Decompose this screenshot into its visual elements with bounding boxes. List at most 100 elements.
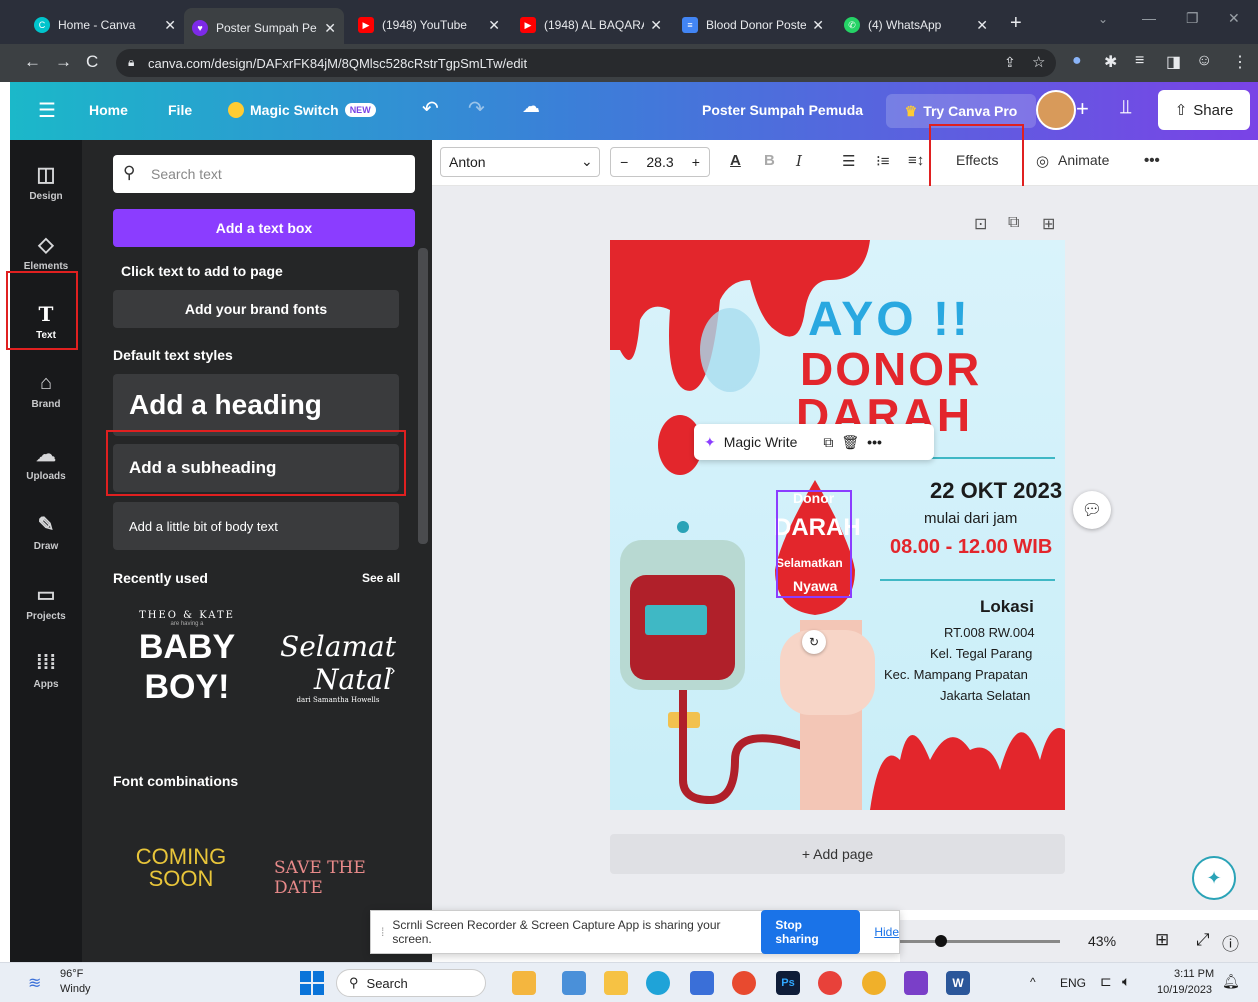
home-button[interactable]: Home xyxy=(89,102,128,118)
tab-whatsapp[interactable]: ✆ (4) WhatsApp ✕ xyxy=(836,10,996,40)
pdf-app-icon[interactable] xyxy=(904,971,928,995)
chrome-profile-icon[interactable] xyxy=(818,971,842,995)
poster-headline-ayo[interactable]: AYO !! xyxy=(808,292,971,347)
rail-item-projects[interactable]: ▭ Projects xyxy=(10,572,82,634)
duplicate-icon[interactable]: ⧉ xyxy=(823,434,833,451)
volume-icon[interactable]: 🔈︎ xyxy=(1122,973,1130,990)
windows-start-icon[interactable] xyxy=(300,971,324,995)
close-tab-icon[interactable]: ✕ xyxy=(324,20,336,37)
network-icon[interactable]: ⊏ xyxy=(1100,973,1112,990)
photoshop-app-icon[interactable]: Ps xyxy=(776,971,800,995)
add-brand-fonts-button[interactable]: Add your brand fonts xyxy=(113,290,399,328)
delete-icon[interactable]: 🗑︎ xyxy=(841,434,859,451)
forward-icon[interactable]: → xyxy=(55,52,72,72)
teams-app-icon[interactable] xyxy=(562,971,586,995)
magic-write-button[interactable]: Magic Write xyxy=(724,434,798,450)
duplicate-page-icon[interactable]: ⧉ xyxy=(1008,214,1019,232)
close-tab-icon[interactable]: ✕ xyxy=(488,17,500,34)
rail-item-brand[interactable]: ⌂ Brand xyxy=(10,362,82,424)
document-title[interactable]: Poster Sumpah Pemuda xyxy=(702,102,863,118)
notification-bell-icon[interactable]: 🔔︎ xyxy=(1222,973,1240,990)
browser-menu-icon[interactable]: ⋮ xyxy=(1232,52,1248,72)
close-tab-icon[interactable]: ✕ xyxy=(650,17,662,34)
zoom-slider-thumb[interactable] xyxy=(935,935,947,947)
magic-switch-button[interactable]: Magic Switch NEW xyxy=(228,102,376,118)
recent-template-selamat-natal[interactable]: Selamat Natal dari Samantha Howells xyxy=(278,630,398,740)
reading-list-icon[interactable]: ≡ xyxy=(1135,52,1144,70)
tab-home-canva[interactable]: C Home - Canva ✕ xyxy=(26,10,184,40)
font-size-value[interactable]: 28.3 xyxy=(646,154,673,170)
bookmark-star-icon[interactable]: ☆ xyxy=(1032,53,1045,71)
drag-handle-icon[interactable]: ⁞ xyxy=(381,925,384,939)
try-canva-pro-button[interactable]: ♛ Try Canva Pro xyxy=(886,94,1036,128)
chrome-browser-icon[interactable] xyxy=(732,971,756,995)
add-text-box-button[interactable]: Add a text box xyxy=(113,209,415,247)
add-collaborator-icon[interactable]: + xyxy=(1076,96,1089,122)
poster-address-line[interactable]: Kec. Mampang Prapatan xyxy=(884,667,1028,682)
zoom-slider-track[interactable] xyxy=(900,940,1060,943)
selection-frame[interactable] xyxy=(776,490,852,598)
animate-button[interactable]: Animate xyxy=(1058,152,1109,168)
chevron-up-icon[interactable]: ^ xyxy=(1030,975,1036,989)
grid-view-icon[interactable]: ⊞ xyxy=(1155,930,1169,950)
rotate-handle-icon[interactable]: ↻ xyxy=(802,630,826,654)
poster-address-line[interactable]: RT.008 RW.004 xyxy=(944,625,1035,640)
more-options-icon[interactable]: ••• xyxy=(867,434,882,450)
close-tab-icon[interactable]: ✕ xyxy=(812,17,824,34)
align-center-icon[interactable]: ☰ xyxy=(842,152,855,170)
tab-al-baqara[interactable]: ▶ (1948) AL BAQARA ✕ xyxy=(512,10,670,40)
poster-location-title[interactable]: Lokasi xyxy=(980,597,1034,617)
undo-icon[interactable]: ↶ xyxy=(422,96,439,121)
poster-address-line[interactable]: Kel. Tegal Parang xyxy=(930,646,1032,661)
taskbar-search-box[interactable]: ⚲ Search xyxy=(336,969,486,997)
recent-template-baby-boy[interactable]: THEO & KATE are having a BABY BOY! xyxy=(118,610,256,730)
combo-coming-soon[interactable]: COMING SOON xyxy=(126,846,236,890)
share-page-icon[interactable]: ⇪ xyxy=(1004,54,1016,71)
address-bar[interactable]: 🔒︎ canva.com/design/DAFxrFK84jM/8QMlsc52… xyxy=(116,49,1056,77)
tab-search-icon[interactable]: ⌄ xyxy=(1098,12,1108,26)
cloud-saved-icon[interactable]: ☁ xyxy=(522,96,540,117)
rail-scrollbar[interactable] xyxy=(82,140,98,962)
file-explorer-icon[interactable] xyxy=(604,971,628,995)
zoom-level[interactable]: 43% xyxy=(1088,933,1116,949)
wind-weather-icon[interactable]: ≋ xyxy=(28,973,41,993)
widgets-app-icon[interactable] xyxy=(512,971,536,995)
help-icon[interactable]: ⓘ xyxy=(1222,930,1239,955)
add-page-button[interactable]: + Add page xyxy=(610,834,1065,874)
tab-youtube[interactable]: ▶ (1948) YouTube ✕ xyxy=(350,10,508,40)
avatar[interactable] xyxy=(1036,90,1076,130)
bold-icon[interactable]: B xyxy=(764,152,775,169)
close-window-icon[interactable]: ✕ xyxy=(1228,10,1240,27)
poster-design[interactable]: AYO !! DONOR DARAH 22 OKT 2023 mulai dar… xyxy=(610,240,1065,810)
minimize-icon[interactable]: — xyxy=(1142,10,1156,26)
fullscreen-icon[interactable]: ⤢ xyxy=(1196,930,1210,950)
clock-time[interactable]: 3:11 PM xyxy=(1174,968,1214,980)
new-tab-icon[interactable]: + xyxy=(1010,12,1022,35)
spacing-icon[interactable]: ≡↕ xyxy=(908,152,924,169)
text-color-icon[interactable]: A xyxy=(730,152,741,169)
hide-link[interactable]: Hide xyxy=(874,925,899,939)
side-panel-icon[interactable]: ◨ xyxy=(1166,52,1181,72)
poster-date[interactable]: 22 OKT 2023 xyxy=(930,478,1062,504)
tab-poster-sumpah[interactable]: ♥ Poster Sumpah Pe ✕ xyxy=(184,8,344,48)
poster-start-label[interactable]: mulai dari jam xyxy=(924,510,1017,527)
combo-save-the-date[interactable]: SAVE THE DATE xyxy=(274,858,394,898)
extensions-puzzle-icon[interactable]: ✱ xyxy=(1104,52,1117,72)
reload-icon[interactable]: C xyxy=(86,52,98,72)
rail-item-design[interactable]: ◫ Design xyxy=(10,152,82,214)
poster-address-line[interactable]: Jakarta Selatan xyxy=(940,688,1030,703)
add-page-icon[interactable]: ⊞ xyxy=(1042,214,1055,234)
poster-time[interactable]: 08.00 - 12.00 WIB xyxy=(890,536,1052,559)
search-text-input[interactable]: ⚲ Search text xyxy=(113,155,415,193)
increase-size-icon[interactable]: + xyxy=(692,154,700,170)
close-tab-icon[interactable]: ✕ xyxy=(976,17,988,34)
add-body-text-button[interactable]: Add a little bit of body text xyxy=(113,502,399,550)
edge-browser-icon[interactable] xyxy=(646,971,670,995)
rail-item-apps[interactable]: ⁞⁞⁞ Apps xyxy=(10,642,82,704)
chrome-profile-icon[interactable] xyxy=(862,971,886,995)
lock-icon[interactable]: ⊡ xyxy=(974,214,987,234)
extension-icon[interactable]: ● xyxy=(1072,52,1082,70)
restore-icon[interactable]: ❐ xyxy=(1186,10,1199,27)
chevron-right-icon[interactable]: › xyxy=(390,662,395,680)
store-app-icon[interactable] xyxy=(690,971,714,995)
